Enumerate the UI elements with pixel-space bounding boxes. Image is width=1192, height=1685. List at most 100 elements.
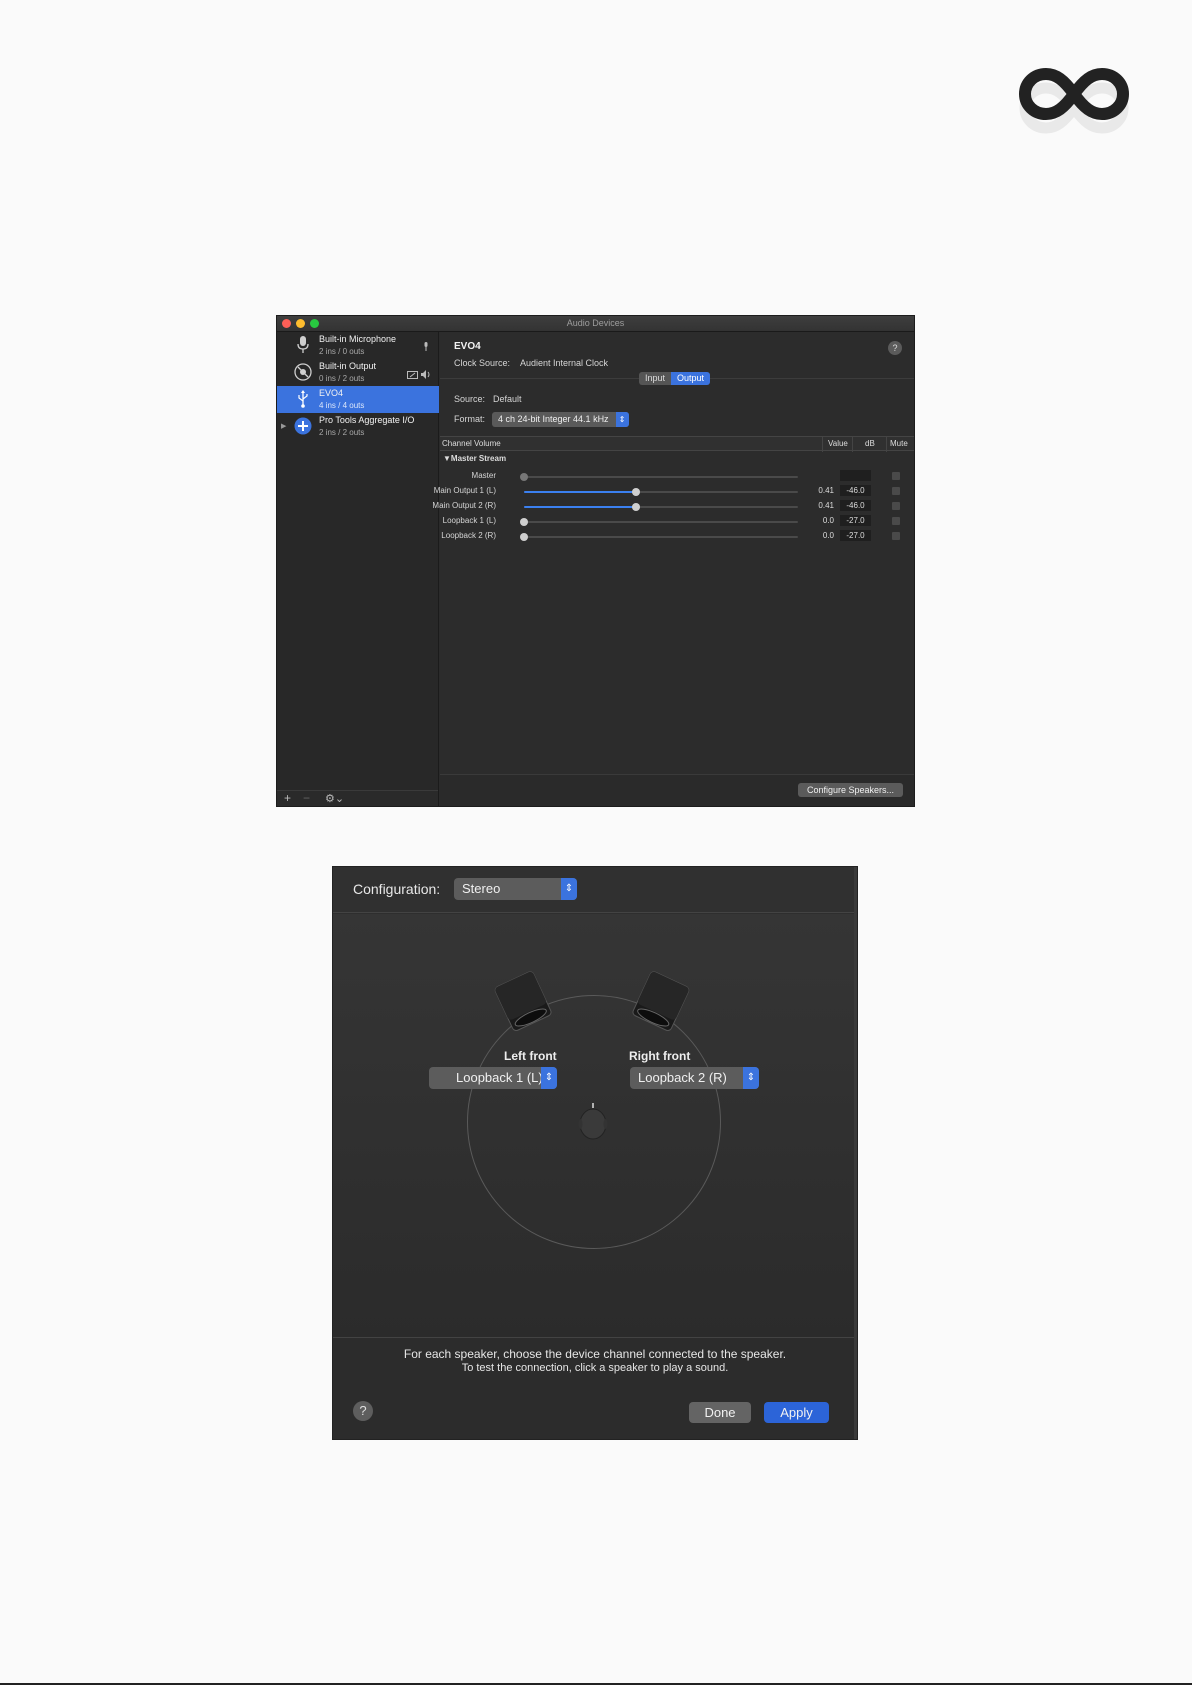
- tab-output[interactable]: Output: [671, 372, 711, 385]
- channel-db-field[interactable]: -46.0: [840, 500, 871, 511]
- usb-icon: [298, 390, 308, 408]
- input-mic-indicator-icon: [424, 342, 428, 351]
- configure-speakers-button[interactable]: Configure Speakers...: [797, 783, 903, 797]
- sidebar-toolbar: + − ⚙⌄: [277, 790, 438, 806]
- device-io: 4 ins / 4 outs: [319, 401, 365, 410]
- device-item-pro-tools-aggregate[interactable]: ▶ Pro Tools Aggregate I/O 2 ins / 2 outs: [277, 413, 439, 440]
- panel-edge: [854, 867, 857, 1439]
- device-name: Built-in Microphone: [319, 334, 397, 344]
- volume-slider[interactable]: [520, 473, 798, 481]
- listener-head-icon: [578, 1103, 608, 1140]
- device-io: 2 ins / 2 outs: [319, 428, 365, 437]
- configuration-label: Configuration:: [353, 881, 441, 897]
- panel-footer: For each speaker, choose the device chan…: [333, 1337, 857, 1439]
- input-output-segmented-control: Input Output: [639, 372, 711, 385]
- channel-row: Master: [440, 469, 914, 483]
- channel-db-field[interactable]: -27.0: [840, 515, 871, 526]
- format-value: 4 ch 24-bit Integer 44.1 kHz: [498, 414, 609, 424]
- channel-row: Main Output 1 (L) 0.41 -46.0: [434, 484, 914, 498]
- volume-slider-knob[interactable]: [632, 488, 641, 496]
- apply-button[interactable]: Apply: [764, 1402, 829, 1423]
- chevron-updown-icon: ⇕: [541, 1067, 557, 1089]
- channel-label: Master: [471, 471, 496, 480]
- volume-fill: [524, 491, 637, 493]
- tab-input[interactable]: Input: [639, 372, 672, 385]
- instruction-text-1: For each speaker, choose the device chan…: [403, 1347, 787, 1361]
- volume-slider-knob[interactable]: [520, 533, 528, 541]
- master-stream-group[interactable]: ▼Master Stream: [443, 454, 506, 463]
- channel-db-field[interactable]: -46.0: [840, 485, 871, 496]
- chevron-updown-icon: ⇕: [743, 1067, 759, 1089]
- volume-slider[interactable]: [524, 503, 798, 511]
- device-detail-pane: EVO4 ? Clock Source: Audient Internal Cl…: [432, 332, 914, 806]
- audio-devices-window: Audio Devices Built-in Microphone 2 ins …: [276, 315, 915, 807]
- gear-menu-button[interactable]: ⚙⌄: [325, 792, 344, 805]
- channel-value: 0.0: [822, 516, 834, 525]
- volume-fill: [524, 506, 637, 508]
- mute-checkbox[interactable]: [892, 472, 900, 480]
- microphone-icon: [297, 336, 309, 353]
- volume-slider-knob[interactable]: [520, 518, 528, 526]
- mute-checkbox[interactable]: [892, 532, 900, 540]
- display-output-icon: [407, 371, 418, 379]
- speaker-icon: [294, 363, 312, 381]
- volume-icon: [421, 370, 430, 379]
- channel-row: Main Output 2 (R) 0.41 -46.0: [432, 499, 914, 513]
- clock-source-value[interactable]: Audient Internal Clock: [520, 358, 608, 368]
- device-io: 0 ins / 2 outs: [319, 374, 365, 383]
- channel-value: 0.0: [822, 531, 834, 540]
- configuration-select[interactable]: Stereo ⇕: [454, 878, 577, 900]
- configuration-bar: Configuration: Stereo ⇕: [333, 867, 857, 913]
- title-bar: Audio Devices: [277, 316, 914, 332]
- clock-source-label: Clock Source:: [454, 358, 511, 368]
- volume-slider[interactable]: [524, 488, 798, 496]
- channel-label: Loopback 1 (L): [442, 516, 496, 525]
- volume-slider-knob[interactable]: [520, 473, 528, 481]
- volume-slider-knob[interactable]: [632, 503, 641, 511]
- channel-row: Loopback 2 (R) 0.0 -27.0: [440, 529, 914, 543]
- mute-checkbox[interactable]: [892, 517, 900, 525]
- disclosure-triangle-icon[interactable]: ▶: [281, 422, 286, 430]
- device-item-evo4[interactable]: EVO4 4 ins / 4 outs: [277, 386, 439, 413]
- chevron-updown-icon: ⇕: [561, 878, 577, 900]
- device-name: Built-in Output: [319, 361, 377, 371]
- right-channel-select[interactable]: Loopback 2 (R) ⇕: [630, 1067, 759, 1089]
- mute-checkbox[interactable]: [892, 487, 900, 495]
- add-device-button[interactable]: +: [284, 791, 291, 805]
- column-db: dB: [865, 439, 875, 448]
- help-button[interactable]: ?: [353, 1401, 373, 1421]
- right-front-speaker-icon[interactable]: [629, 971, 691, 1035]
- chevron-updown-icon: ⇕: [615, 412, 629, 427]
- configure-speakers-panel: Configuration: Stereo ⇕ Left front Right…: [332, 866, 858, 1440]
- mute-checkbox[interactable]: [892, 502, 900, 510]
- volume-slider[interactable]: [520, 518, 798, 526]
- device-io: 2 ins / 0 outs: [319, 347, 365, 356]
- volume-slider[interactable]: [520, 533, 798, 541]
- device-name: Pro Tools Aggregate I/O: [319, 415, 415, 425]
- infinity-logo-icon: [1018, 67, 1130, 134]
- channel-db-field[interactable]: [840, 470, 871, 481]
- source-label: Source:: [454, 394, 486, 404]
- done-button[interactable]: Done: [689, 1402, 751, 1423]
- column-channel-volume: Channel Volume: [442, 439, 501, 448]
- speaker-stage: Left front Right front Loopback 1 (L) ⇕ …: [333, 914, 857, 1338]
- channel-db-field[interactable]: -27.0: [840, 530, 871, 541]
- help-button[interactable]: ?: [888, 341, 902, 355]
- channel-label: Main Output 2 (R): [432, 501, 496, 510]
- channel-row: Loopback 1 (L) 0.0 -27.0: [440, 514, 914, 528]
- left-channel-select[interactable]: Loopback 1 (L) ⇕: [429, 1067, 557, 1089]
- channel-label: Main Output 1 (L): [433, 486, 496, 495]
- remove-device-button[interactable]: −: [303, 791, 310, 805]
- column-mute: Mute: [890, 439, 908, 448]
- left-channel-value: Loopback 1 (L): [456, 1070, 543, 1085]
- device-item-built-in-microphone[interactable]: Built-in Microphone 2 ins / 0 outs: [277, 332, 439, 359]
- device-item-built-in-output[interactable]: Built-in Output 0 ins / 2 outs: [277, 359, 439, 386]
- format-select[interactable]: 4 ch 24-bit Integer 44.1 kHz ⇕: [492, 412, 629, 427]
- right-front-label: Right front: [629, 1049, 691, 1063]
- left-front-speaker-icon[interactable]: [493, 971, 555, 1035]
- window-title: Audio Devices: [566, 318, 625, 328]
- aggregate-plus-icon: [294, 417, 312, 435]
- channel-value: 0.41: [818, 486, 834, 495]
- window-footer: Configure Speakers...: [440, 774, 914, 806]
- channel-value: 0.41: [818, 501, 834, 510]
